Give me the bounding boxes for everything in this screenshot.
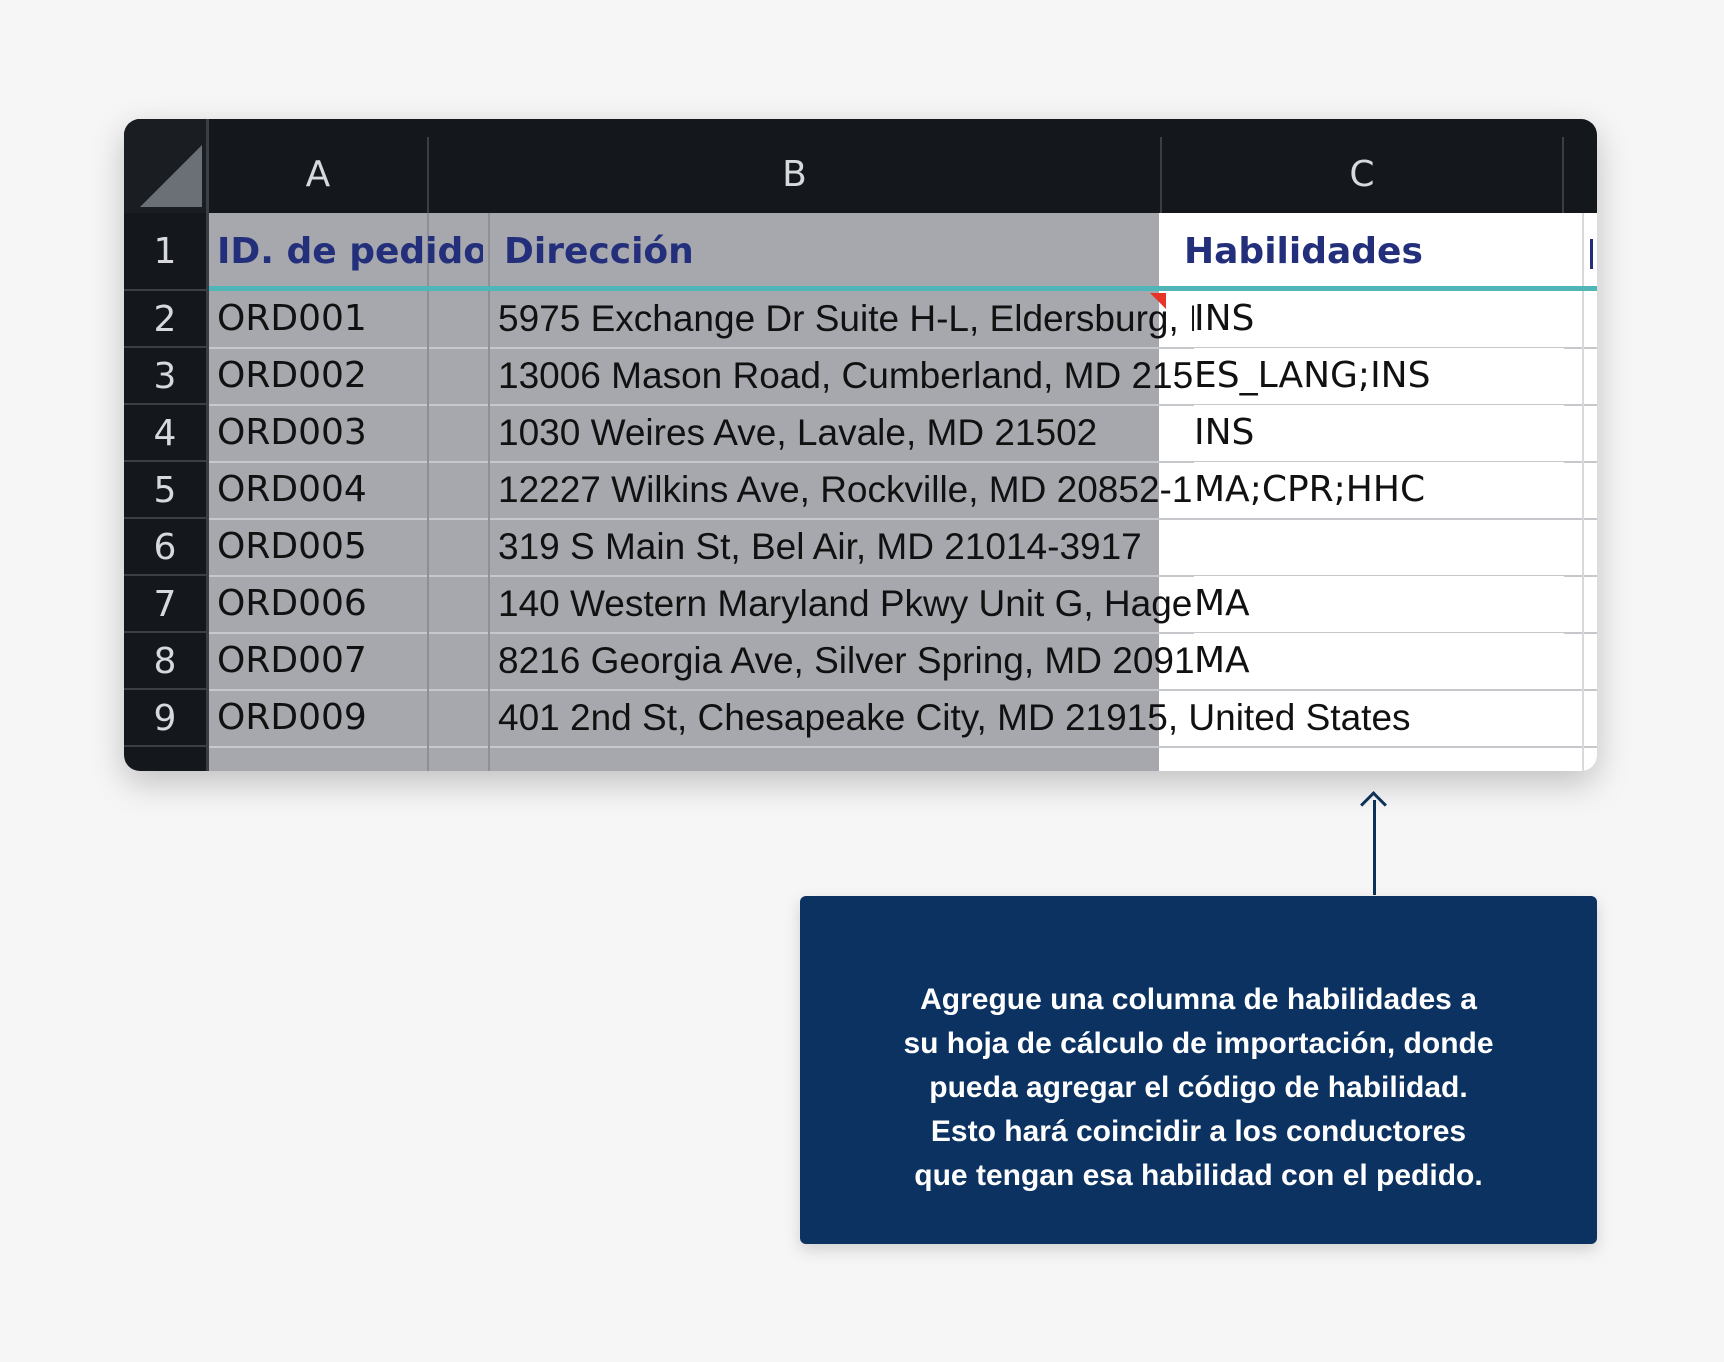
- cell-address[interactable]: 140 Western Maryland Pkwy Unit G, Hager: [498, 576, 1194, 632]
- row-header-6[interactable]: 6: [124, 519, 206, 576]
- row-header-7[interactable]: 7: [124, 576, 206, 633]
- cell-order-id[interactable]: ORD003: [217, 405, 417, 461]
- cell-address[interactable]: 8216 Georgia Ave, Silver Spring, MD 2091…: [498, 633, 1194, 689]
- cell-address[interactable]: 1030 Weires Ave, Lavale, MD 21502: [498, 405, 1194, 461]
- row-header-8[interactable]: 8: [124, 633, 206, 690]
- cell-d1-edge: [1590, 239, 1593, 269]
- cell-address[interactable]: 5975 Exchange Dr Suite H-L, Eldersburg, …: [498, 291, 1194, 347]
- cell-address[interactable]: 13006 Mason Road, Cumberland, MD 2150:: [498, 348, 1194, 404]
- cell-skills[interactable]: [1194, 519, 1564, 575]
- cell-skills[interactable]: MA;CPR;HHC: [1194, 462, 1564, 518]
- callout-line: su hoja de cálculo de importación, donde: [903, 1027, 1494, 1060]
- callout-box: Agregue una columna de habilidades a su …: [800, 896, 1597, 1244]
- callout-line: que tengan esa habilidad con el pedido.: [914, 1159, 1483, 1192]
- cell-skills[interactable]: ES_LANG;INS: [1194, 348, 1564, 404]
- row-header-1[interactable]: 1: [124, 213, 206, 291]
- header-cell-skills[interactable]: Habilidades: [1184, 219, 1564, 285]
- cell-order-id[interactable]: ORD002: [217, 348, 417, 404]
- header-cell-address[interactable]: Dirección: [504, 219, 1144, 285]
- column-divider: [488, 213, 490, 771]
- cell-skills[interactable]: MA: [1194, 633, 1564, 689]
- column-header-c[interactable]: C: [1162, 137, 1564, 213]
- cell-skills[interactable]: INS: [1194, 291, 1564, 347]
- column-header-b[interactable]: B: [429, 137, 1162, 213]
- cell-order-id[interactable]: ORD006: [217, 576, 417, 632]
- column-divider: [427, 213, 429, 771]
- cell-order-id[interactable]: ORD007: [217, 633, 417, 689]
- cell-skills[interactable]: INS: [1194, 405, 1564, 461]
- column-header-bar: A B C: [124, 119, 1597, 213]
- select-all-corner[interactable]: [124, 119, 209, 213]
- header-cell-order-id[interactable]: ID. de pedido: [217, 219, 483, 285]
- column-divider: [1582, 213, 1584, 771]
- cell-address[interactable]: 12227 Wilkins Ave, Rockville, MD 20852-1…: [498, 462, 1194, 518]
- callout-text: Agregue una columna de habilidades a su …: [840, 978, 1557, 1198]
- callout-line: pueda agregar el código de habilidad.: [929, 1071, 1468, 1104]
- row-header-2[interactable]: 2: [124, 291, 206, 348]
- cell-order-id[interactable]: ORD004: [217, 462, 417, 518]
- row-header-5[interactable]: 5: [124, 462, 206, 519]
- spreadsheet: A B C 1 2 3 4 5 6 7 8 9 ID. de pedido Di…: [124, 119, 1597, 771]
- cell-order-id[interactable]: ORD005: [217, 519, 417, 575]
- row-divider: [209, 746, 1597, 748]
- row-header-4[interactable]: 4: [124, 405, 206, 462]
- cell-skills[interactable]: MA: [1194, 576, 1564, 632]
- callout-line: Esto hará coincidir a los conductores: [930, 1115, 1467, 1148]
- column-header-a[interactable]: A: [209, 137, 429, 213]
- row-header-3[interactable]: 3: [124, 348, 206, 405]
- select-all-triangle-icon: [140, 145, 202, 207]
- up-arrow-icon: [1360, 791, 1387, 818]
- cell-address[interactable]: 319 S Main St, Bel Air, MD 21014-3917: [498, 519, 1194, 575]
- cell-order-id[interactable]: ORD001: [217, 291, 417, 347]
- cell-address[interactable]: 401 2nd St, Chesapeake City, MD 21915, U…: [498, 690, 1568, 746]
- callout-line: Agregue una columna de habilidades a: [920, 983, 1477, 1016]
- cell-order-id[interactable]: ORD009: [217, 690, 417, 746]
- row-header-9[interactable]: 9: [124, 690, 206, 747]
